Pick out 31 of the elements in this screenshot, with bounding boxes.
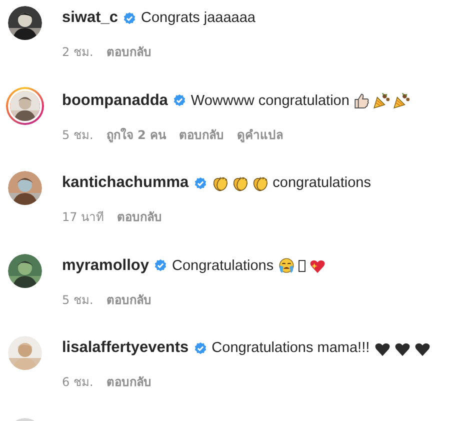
- username-link[interactable]: kantichachumma: [62, 174, 189, 192]
- comment-text: Congratulations: [172, 258, 274, 274]
- comment-time: 5 ชม.: [62, 126, 94, 144]
- party-popper-icon: [373, 92, 390, 109]
- reply-button[interactable]: ตอบกลับ: [117, 207, 162, 226]
- username-link[interactable]: siwat_c: [62, 9, 118, 27]
- clapping-hands-icon: [212, 174, 229, 192]
- reply-button[interactable]: ตอบกลับ: [106, 42, 152, 61]
- likes-link[interactable]: ถูกใจ 2 คน: [106, 124, 166, 144]
- comment-time: 2 ชม.: [62, 44, 94, 61]
- username-link[interactable]: lisalaffertyevents: [62, 339, 189, 357]
- username-link[interactable]: boompanadda: [62, 92, 168, 110]
- thumbs-up-icon: [353, 92, 370, 109]
- crying-face-icon: [278, 257, 295, 274]
- translate-button[interactable]: ดูคำแปล: [236, 124, 283, 144]
- clapping-hands-icon: [232, 174, 249, 192]
- comment-time: 6 ชม.: [62, 374, 94, 391]
- reply-button[interactable]: ตอบกลับ: [106, 372, 152, 391]
- username-link[interactable]: myramolloy: [62, 256, 150, 274]
- clapping-hands-icon: [252, 174, 269, 192]
- comment-text: Congrats jaaaaaa: [141, 10, 256, 26]
- reply-button[interactable]: ตอบกลับ: [106, 290, 152, 308]
- party-popper-icon: [393, 92, 410, 109]
- comment-text: congratulations: [272, 175, 371, 191]
- comment-text: Congratulations mama!!!: [212, 340, 370, 356]
- comment-time: 5 ชม.: [62, 292, 94, 308]
- comment-text: Wowwww congratulation: [190, 92, 350, 108]
- story-ring[interactable]: [6, 86, 44, 124]
- reply-button[interactable]: ตอบกลับ: [178, 124, 224, 144]
- comment-time: 17 นาที: [62, 209, 104, 226]
- missing-glyph-icon: [298, 257, 306, 274]
